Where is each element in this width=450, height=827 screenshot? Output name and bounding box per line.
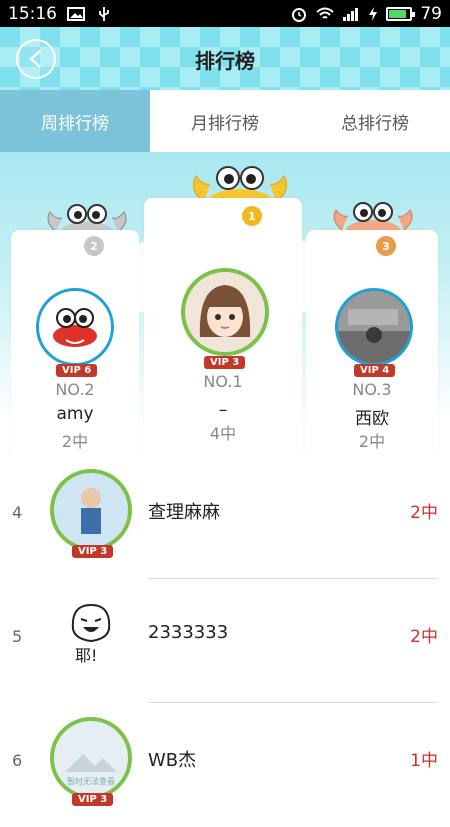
wifi-icon: [316, 7, 335, 19]
status-time: 15:16: [8, 3, 57, 24]
row-score: 2中: [410, 503, 438, 523]
row-rank: 6: [12, 751, 23, 770]
rank-label: NO.3: [352, 380, 392, 399]
avatar-caption: 耶!: [75, 646, 97, 665]
avatar-third[interactable]: [335, 288, 413, 366]
vip-badge: VIP 3: [204, 356, 246, 369]
tab-bar: 周排行榜 月排行榜 总排行榜: [0, 90, 450, 152]
page-title: 排行榜: [195, 49, 255, 73]
battery-level: 79: [420, 3, 442, 24]
laughing-face-icon: 耶!: [71, 603, 111, 665]
player-name: –: [218, 400, 228, 420]
status-bar: 15:16 79: [0, 0, 450, 27]
medal-first: 1: [242, 206, 262, 226]
player-name: amy: [56, 404, 94, 424]
usb-icon: [99, 6, 109, 21]
avatar-second[interactable]: [36, 288, 114, 366]
tab-weekly[interactable]: 周排行榜: [0, 90, 150, 152]
rank-label: NO.1: [203, 372, 243, 391]
podium-card-second[interactable]: 2 VIP 6 NO.2 amy 2中: [11, 230, 139, 452]
vip-badge: VIP 3: [72, 545, 114, 558]
avatar-first[interactable]: [181, 268, 269, 356]
signal-icon: [343, 7, 359, 21]
row-name: WB杰: [148, 750, 197, 771]
player-score: 2中: [61, 432, 89, 451]
image-icon: [67, 6, 85, 21]
rank-label: NO.2: [55, 380, 95, 399]
row-rank: 4: [12, 503, 23, 522]
avatar-caption: 暂时无法查看: [67, 776, 115, 786]
medal-third: 3: [376, 236, 396, 256]
row-avatar[interactable]: 暂时无法查看: [50, 717, 132, 799]
tab-total[interactable]: 总排行榜: [300, 90, 450, 152]
charging-icon: [369, 6, 378, 21]
row-rank: 5: [12, 627, 23, 646]
header: 排行榜: [0, 27, 450, 90]
placeholder-image-icon: 暂时无法查看: [55, 722, 127, 794]
vip-badge: VIP 6: [56, 364, 98, 377]
row-avatar[interactable]: 耶!: [50, 593, 132, 675]
row-score: 1中: [410, 751, 438, 771]
vip-badge: VIP 4: [354, 364, 396, 377]
row-name: 2333333: [148, 622, 229, 643]
crab-avatar-icon: [53, 308, 97, 347]
player-score: 2中: [358, 432, 386, 451]
row-name: 查理麻麻: [148, 502, 220, 523]
list-item[interactable]: 6 暂时无法查看 VIP 3 WB杰 1中: [0, 703, 450, 827]
podium-card-third[interactable]: 3 VIP 4 NO.3 西欧 2中: [306, 230, 438, 452]
battery-icon: [386, 6, 416, 21]
alarm-icon: [292, 7, 307, 22]
row-score: 2中: [410, 627, 438, 647]
row-avatar[interactable]: [50, 469, 132, 551]
photo-avatar-icon: [338, 291, 410, 363]
player-score: 4中: [209, 424, 237, 443]
podium-card-first[interactable]: 1 VIP 3 NO.1 – 4中: [144, 198, 302, 452]
tab-monthly[interactable]: 月排行榜: [150, 90, 300, 152]
list-item[interactable]: 5 耶! 2333333 2中: [0, 579, 450, 703]
list-item[interactable]: 4 VIP 3 查理麻麻 2中: [0, 455, 450, 579]
medal-second: 2: [84, 236, 104, 256]
girl-avatar-icon: [199, 285, 251, 337]
ranking-list: 4 VIP 3 查理麻麻 2中 5 耶! 2333333 2中 6 暂时无法查看…: [0, 455, 450, 827]
player-name: 西欧: [355, 409, 389, 429]
photo-avatar-icon: [55, 474, 127, 546]
podium: 2 VIP 6 NO.2 amy 2中 1 VIP 3 NO.1 – 4中 3 …: [0, 152, 450, 452]
